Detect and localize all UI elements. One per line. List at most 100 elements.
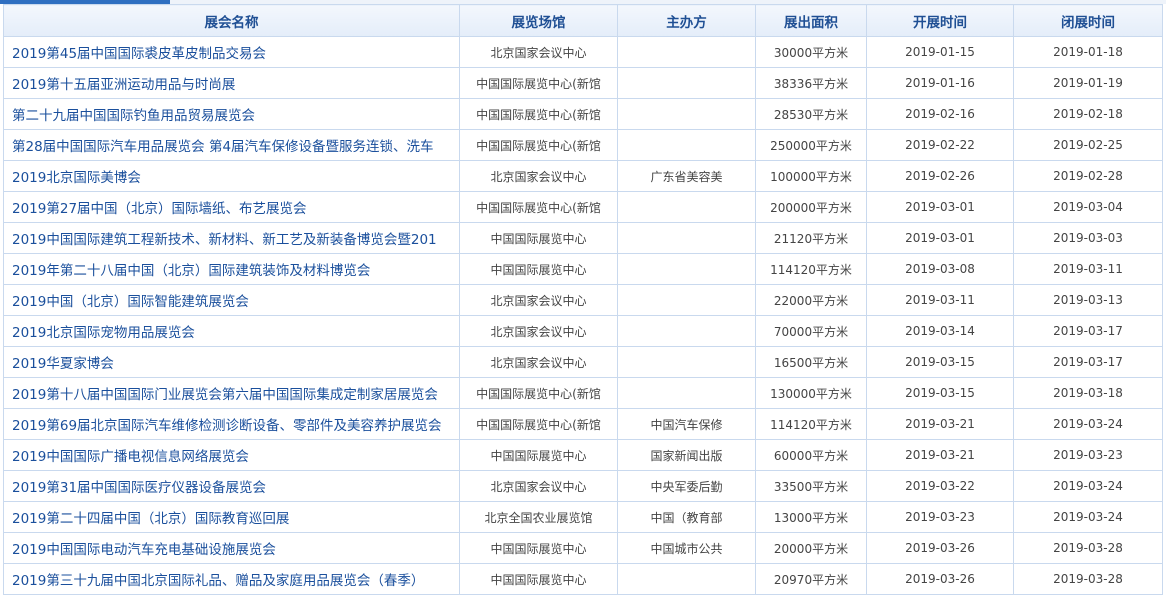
area-cell: 20970平方米 bbox=[755, 563, 867, 595]
start-date-cell: 2019-03-11 bbox=[866, 284, 1014, 316]
end-date-cell: 2019-01-18 bbox=[1013, 36, 1163, 68]
exhibition-name-link[interactable]: 2019北京国际宠物用品展览会 bbox=[12, 325, 195, 341]
start-date-cell: 2019-03-15 bbox=[866, 346, 1014, 378]
end-date-cell: 2019-03-13 bbox=[1013, 284, 1163, 316]
column-header-name[interactable]: 展会名称 bbox=[3, 4, 460, 37]
area-cell: 114120平方米 bbox=[755, 408, 867, 440]
table-row: 2019中国国际电动汽车充电基础设施展览会 中国国际展览中心 中国城市公共 20000… bbox=[3, 532, 1163, 564]
table-row: 第28届中国国际汽车用品展览会 第4届汽车保修设备暨服务连锁、洗车 中国国际展览中… bbox=[3, 129, 1163, 161]
organizer-cell bbox=[617, 284, 756, 316]
table-row: 2019中国国际广播电视信息网络展览会 中国国际展览中心 国家新闻出版 60000平方… bbox=[3, 439, 1163, 471]
exhibition-name-link[interactable]: 2019北京国际美博会 bbox=[12, 170, 141, 186]
exhibition-name-link[interactable]: 2019第45届中国国际裘皮革皮制品交易会 bbox=[12, 46, 266, 62]
venue-cell: 中国国际展览中心 bbox=[459, 222, 618, 254]
organizer-cell bbox=[617, 346, 756, 378]
exhibition-name-cell: 2019第十八届中国国际门业展览会第六届中国国际集成定制家居展览会 bbox=[3, 377, 460, 409]
organizer-cell bbox=[617, 563, 756, 595]
exhibition-name-link[interactable]: 2019华夏家博会 bbox=[12, 356, 114, 372]
exhibition-name-link[interactable]: 2019中国国际广播电视信息网络展览会 bbox=[12, 449, 249, 465]
table-row: 2019第31届中国国际医疗仪器设备展览会 北京国家会议中心 中央军委后勤 33500… bbox=[3, 470, 1163, 502]
area-cell: 33500平方米 bbox=[755, 470, 867, 502]
exhibition-name-cell: 2019第二十四届中国（北京）国际教育巡回展 bbox=[3, 501, 460, 533]
table-row: 2019华夏家博会 北京国家会议中心 16500平方米 2019-03-15 2019-… bbox=[3, 346, 1163, 378]
exhibition-name-cell: 2019中国国际广播电视信息网络展览会 bbox=[3, 439, 460, 471]
organizer-cell: 中国汽车保修 bbox=[617, 408, 756, 440]
exhibition-name-link[interactable]: 第二十九届中国国际钓鱼用品贸易展览会 bbox=[12, 108, 255, 124]
area-cell: 100000平方米 bbox=[755, 160, 867, 192]
start-date-cell: 2019-03-01 bbox=[866, 222, 1014, 254]
venue-cell: 中国国际展览中心 bbox=[459, 563, 618, 595]
organizer-cell bbox=[617, 315, 756, 347]
venue-cell: 北京国家会议中心 bbox=[459, 346, 618, 378]
venue-cell: 中国国际展览中心(新馆 bbox=[459, 98, 618, 130]
exhibition-name-cell: 2019北京国际宠物用品展览会 bbox=[3, 315, 460, 347]
end-date-cell: 2019-02-25 bbox=[1013, 129, 1163, 161]
venue-cell: 北京国家会议中心 bbox=[459, 315, 618, 347]
exhibition-name-link[interactable]: 第28届中国国际汽车用品展览会 第4届汽车保修设备暨服务连锁、洗车 bbox=[12, 139, 434, 155]
organizer-cell bbox=[617, 191, 756, 223]
exhibition-name-link[interactable]: 2019第三十九届中国北京国际礼品、赠品及家庭用品展览会（春季） bbox=[12, 573, 424, 589]
start-date-cell: 2019-03-26 bbox=[866, 563, 1014, 595]
exhibition-name-cell: 2019华夏家博会 bbox=[3, 346, 460, 378]
exhibition-name-cell: 2019中国（北京）国际智能建筑展览会 bbox=[3, 284, 460, 316]
table-row: 2019第27届中国（北京）国际墙纸、布艺展览会 中国国际展览中心(新馆 20000… bbox=[3, 191, 1163, 223]
table-row: 2019第十五届亚洲运动用品与时尚展 中国国际展览中心(新馆 38336平方米 201… bbox=[3, 67, 1163, 99]
exhibition-name-link[interactable]: 2019第十五届亚洲运动用品与时尚展 bbox=[12, 77, 235, 93]
column-header-area[interactable]: 展出面积 bbox=[755, 4, 867, 37]
end-date-cell: 2019-02-18 bbox=[1013, 98, 1163, 130]
exhibition-name-cell: 2019第69届北京国际汽车维修检测诊断设备、零部件及美容养护展览会 bbox=[3, 408, 460, 440]
area-cell: 130000平方米 bbox=[755, 377, 867, 409]
organizer-cell bbox=[617, 36, 756, 68]
venue-cell: 中国国际展览中心(新馆 bbox=[459, 377, 618, 409]
end-date-cell: 2019-03-28 bbox=[1013, 563, 1163, 595]
start-date-cell: 2019-01-16 bbox=[866, 67, 1014, 99]
column-header-start-date[interactable]: 开展时间 bbox=[866, 4, 1014, 37]
table-row: 2019中国国际建筑工程新技术、新材料、新工艺及新装备博览会暨201 中国国际展览… bbox=[3, 222, 1163, 254]
start-date-cell: 2019-03-26 bbox=[866, 532, 1014, 564]
exhibition-name-cell: 2019第27届中国（北京）国际墙纸、布艺展览会 bbox=[3, 191, 460, 223]
organizer-cell: 广东省美容美 bbox=[617, 160, 756, 192]
exhibition-name-link[interactable]: 2019第31届中国国际医疗仪器设备展览会 bbox=[12, 480, 266, 496]
table-row: 2019第二十四届中国（北京）国际教育巡回展 北京全国农业展览馆 中国（教育部 130… bbox=[3, 501, 1163, 533]
venue-cell: 中国国际展览中心(新馆 bbox=[459, 129, 618, 161]
venue-cell: 北京国家会议中心 bbox=[459, 470, 618, 502]
venue-cell: 北京国家会议中心 bbox=[459, 160, 618, 192]
table-header: 展会名称 展览场馆 主办方 展出面积 开展时间 闭展时间 bbox=[3, 4, 1163, 37]
area-cell: 22000平方米 bbox=[755, 284, 867, 316]
exhibition-name-link[interactable]: 2019第27届中国（北京）国际墙纸、布艺展览会 bbox=[12, 201, 307, 217]
organizer-cell bbox=[617, 67, 756, 99]
header-row: 展会名称 展览场馆 主办方 展出面积 开展时间 闭展时间 bbox=[3, 4, 1163, 37]
exhibition-name-link[interactable]: 2019年第二十八届中国（北京）国际建筑装饰及材料博览会 bbox=[12, 263, 370, 279]
end-date-cell: 2019-03-23 bbox=[1013, 439, 1163, 471]
exhibition-table: 展会名称 展览场馆 主办方 展出面积 开展时间 闭展时间 2019第45届中国国… bbox=[3, 4, 1163, 595]
exhibition-name-link[interactable]: 2019第69届北京国际汽车维修检测诊断设备、零部件及美容养护展览会 bbox=[12, 418, 442, 434]
venue-cell: 中国国际展览中心(新馆 bbox=[459, 408, 618, 440]
start-date-cell: 2019-02-16 bbox=[866, 98, 1014, 130]
end-date-cell: 2019-03-24 bbox=[1013, 408, 1163, 440]
column-header-end-date[interactable]: 闭展时间 bbox=[1013, 4, 1163, 37]
exhibition-name-link[interactable]: 2019第二十四届中国（北京）国际教育巡回展 bbox=[12, 511, 289, 527]
venue-cell: 北京国家会议中心 bbox=[459, 284, 618, 316]
organizer-cell bbox=[617, 98, 756, 130]
end-date-cell: 2019-03-03 bbox=[1013, 222, 1163, 254]
start-date-cell: 2019-03-22 bbox=[866, 470, 1014, 502]
end-date-cell: 2019-03-18 bbox=[1013, 377, 1163, 409]
exhibition-name-link[interactable]: 2019中国国际建筑工程新技术、新材料、新工艺及新装备博览会暨201 bbox=[12, 232, 437, 248]
organizer-cell bbox=[617, 129, 756, 161]
exhibition-name-link[interactable]: 2019中国国际电动汽车充电基础设施展览会 bbox=[12, 542, 276, 558]
organizer-cell: 国家新闻出版 bbox=[617, 439, 756, 471]
area-cell: 28530平方米 bbox=[755, 98, 867, 130]
column-header-venue[interactable]: 展览场馆 bbox=[459, 4, 618, 37]
organizer-cell bbox=[617, 253, 756, 285]
area-cell: 30000平方米 bbox=[755, 36, 867, 68]
column-header-organizer[interactable]: 主办方 bbox=[617, 4, 756, 37]
end-date-cell: 2019-03-28 bbox=[1013, 532, 1163, 564]
area-cell: 16500平方米 bbox=[755, 346, 867, 378]
start-date-cell: 2019-01-15 bbox=[866, 36, 1014, 68]
exhibition-name-cell: 第28届中国国际汽车用品展览会 第4届汽车保修设备暨服务连锁、洗车 bbox=[3, 129, 460, 161]
end-date-cell: 2019-01-19 bbox=[1013, 67, 1163, 99]
start-date-cell: 2019-03-14 bbox=[866, 315, 1014, 347]
exhibition-name-link[interactable]: 2019第十八届中国国际门业展览会第六届中国国际集成定制家居展览会 bbox=[12, 387, 438, 403]
start-date-cell: 2019-02-22 bbox=[866, 129, 1014, 161]
exhibition-name-link[interactable]: 2019中国（北京）国际智能建筑展览会 bbox=[12, 294, 249, 310]
